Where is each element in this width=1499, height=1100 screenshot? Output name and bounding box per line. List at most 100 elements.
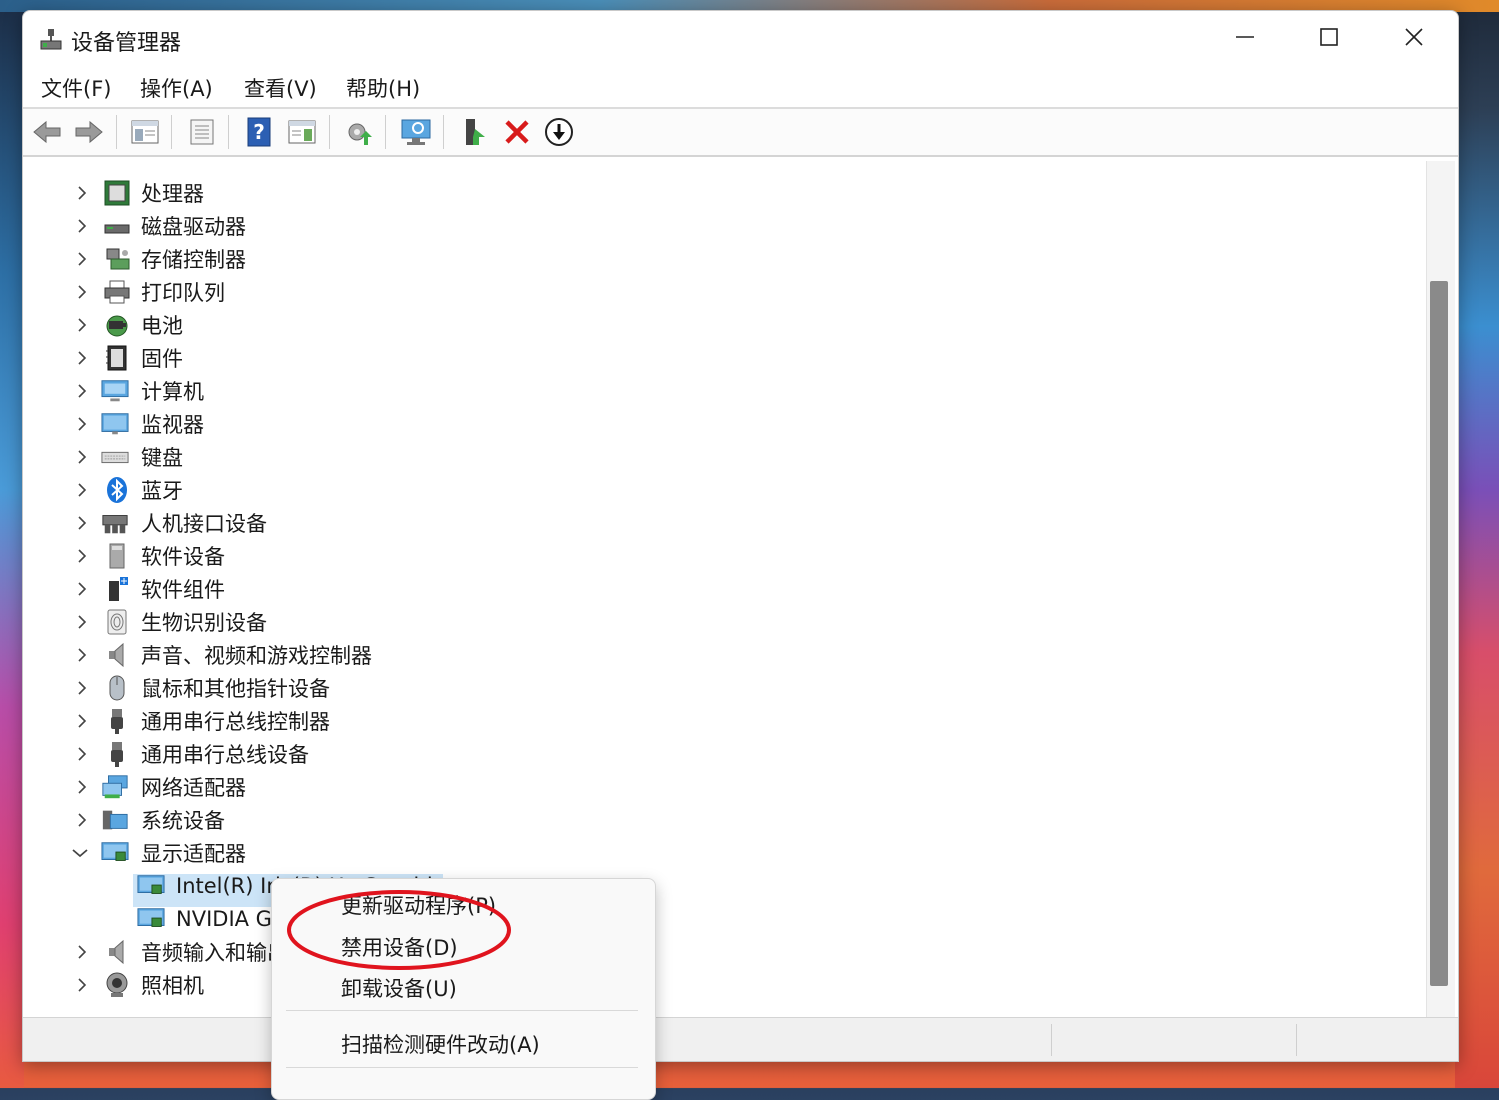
desktop-wallpaper-right bbox=[1455, 0, 1499, 1088]
tree-item-usb-controllers[interactable]: 通用串行总线控制器 bbox=[25, 704, 1415, 737]
chevron-right-icon[interactable] bbox=[73, 811, 91, 829]
tree-item-mice[interactable]: 鼠标和其他指针设备 bbox=[25, 671, 1415, 704]
tree-item-network-adapters[interactable]: 网络适配器 bbox=[25, 770, 1415, 803]
show-hide-console-tree-button[interactable] bbox=[129, 116, 161, 148]
chevron-right-icon[interactable] bbox=[73, 646, 91, 664]
tree-label: 键盘 bbox=[141, 445, 183, 470]
menu-view[interactable]: 查看(V) bbox=[244, 73, 317, 103]
tree-item-system-devices[interactable]: 系统设备 bbox=[25, 803, 1415, 836]
chevron-right-icon[interactable] bbox=[73, 448, 91, 466]
chevron-right-icon[interactable] bbox=[73, 943, 91, 961]
tree-item-firmware[interactable]: 固件 bbox=[25, 341, 1415, 374]
disable-device-button[interactable] bbox=[543, 116, 575, 148]
tree-item-sound-video-game[interactable]: 声音、视频和游戏控制器 bbox=[25, 638, 1415, 671]
tree-item-keyboards[interactable]: 键盘 bbox=[25, 440, 1415, 473]
update-driver-button[interactable] bbox=[343, 116, 375, 148]
menu-help[interactable]: 帮助(H) bbox=[346, 73, 420, 103]
bluetooth-icon bbox=[107, 476, 127, 503]
tree-item-usb-devices[interactable]: 通用串行总线设备 bbox=[25, 737, 1415, 770]
chevron-right-icon[interactable] bbox=[73, 283, 91, 301]
tree-item-bluetooth[interactable]: 蓝牙 bbox=[25, 473, 1415, 506]
chevron-right-icon[interactable] bbox=[73, 481, 91, 499]
tree-label: 电池 bbox=[141, 313, 183, 338]
scan-hardware-icon bbox=[401, 119, 431, 145]
menu-file[interactable]: 文件(F) bbox=[41, 73, 111, 103]
properties-button[interactable] bbox=[186, 116, 218, 148]
chevron-right-icon[interactable] bbox=[73, 250, 91, 268]
update-driver-icon bbox=[348, 123, 372, 145]
battery-icon bbox=[106, 315, 128, 336]
desktop-wallpaper-left bbox=[0, 0, 24, 1088]
tree-item-print-queues[interactable]: 打印队列 bbox=[25, 275, 1415, 308]
device-tree: 处理器 磁盘驱动器 存储控制器 打印队列 电池 固件 计算机 监视器 键盘 蓝牙… bbox=[25, 161, 1423, 1017]
chevron-right-icon[interactable] bbox=[73, 712, 91, 730]
properties-icon bbox=[190, 119, 214, 145]
menu-separator bbox=[286, 1067, 638, 1068]
chevron-right-icon[interactable] bbox=[73, 514, 91, 532]
tree-item-computer[interactable]: 计算机 bbox=[25, 374, 1415, 407]
chevron-right-icon[interactable] bbox=[73, 580, 91, 598]
tree-item-cameras[interactable]: 照相机 bbox=[25, 968, 1415, 1001]
chevron-right-icon[interactable] bbox=[73, 217, 91, 235]
tree-item-software-components[interactable]: 软件组件 bbox=[25, 572, 1415, 605]
storage-controller-icon bbox=[106, 248, 130, 269]
tree-label: 人机接口设备 bbox=[141, 511, 267, 536]
tree-label: 固件 bbox=[141, 346, 183, 371]
tree-item-storage-controllers[interactable]: 存储控制器 bbox=[25, 242, 1415, 275]
disable-device-icon bbox=[545, 118, 573, 146]
chevron-right-icon[interactable] bbox=[73, 547, 91, 565]
uninstall-device-button[interactable] bbox=[501, 116, 533, 148]
tree-item-hid[interactable]: 人机接口设备 bbox=[25, 506, 1415, 539]
tree-item-processor[interactable]: 处理器 bbox=[25, 176, 1415, 209]
display-adapter-icon bbox=[137, 874, 165, 894]
tree-item-disk-drives[interactable]: 磁盘驱动器 bbox=[25, 209, 1415, 242]
back-button[interactable] bbox=[31, 116, 63, 148]
close-button[interactable] bbox=[1372, 11, 1456, 63]
chevron-right-icon[interactable] bbox=[73, 415, 91, 433]
action-pane-button[interactable] bbox=[286, 116, 318, 148]
highlight-ellipse-annotation bbox=[287, 890, 511, 970]
menu-action[interactable]: 操作(A) bbox=[140, 73, 213, 103]
scrollbar-thumb[interactable] bbox=[1430, 281, 1448, 986]
mouse-icon bbox=[109, 675, 125, 700]
forward-button[interactable] bbox=[73, 116, 105, 148]
chevron-down-icon[interactable] bbox=[71, 844, 89, 862]
tree-label: 通用串行总线设备 bbox=[141, 742, 309, 767]
tree-item-monitors[interactable]: 监视器 bbox=[25, 407, 1415, 440]
tree-label: 软件设备 bbox=[141, 544, 225, 569]
chevron-right-icon[interactable] bbox=[73, 316, 91, 334]
tree-item-audio-io[interactable]: 音频输入和输出 bbox=[25, 935, 1415, 968]
scan-hardware-button[interactable] bbox=[400, 116, 432, 148]
usb-device-icon bbox=[111, 741, 123, 767]
tree-label: 生物识别设备 bbox=[141, 610, 267, 635]
enable-device-button[interactable] bbox=[459, 116, 491, 148]
speaker-icon bbox=[109, 642, 124, 667]
chevron-right-icon[interactable] bbox=[73, 778, 91, 796]
tree-label: 磁盘驱动器 bbox=[141, 214, 246, 239]
chevron-right-icon[interactable] bbox=[73, 382, 91, 400]
tree-item-display-adapters[interactable]: 显示适配器 bbox=[25, 836, 1415, 869]
audio-io-icon bbox=[109, 939, 124, 964]
tree-item-batteries[interactable]: 电池 bbox=[25, 308, 1415, 341]
close-icon bbox=[1405, 28, 1423, 46]
chevron-right-icon[interactable] bbox=[73, 613, 91, 631]
title-bar[interactable]: 设备管理器 bbox=[23, 11, 1458, 67]
minimize-button[interactable] bbox=[1203, 11, 1287, 63]
tree-label: 监视器 bbox=[141, 412, 204, 437]
help-button[interactable]: ? bbox=[243, 116, 275, 148]
tree-label: 打印队列 bbox=[141, 280, 225, 305]
hid-icon bbox=[102, 514, 128, 533]
menu-item-uninstall-device[interactable]: 卸载设备(U) bbox=[341, 973, 457, 1003]
chevron-right-icon[interactable] bbox=[73, 976, 91, 994]
computer-icon bbox=[101, 379, 129, 401]
chevron-right-icon[interactable] bbox=[73, 184, 91, 202]
chevron-right-icon[interactable] bbox=[73, 349, 91, 367]
maximize-button[interactable] bbox=[1287, 11, 1371, 63]
enable-device-icon bbox=[466, 119, 485, 145]
tree-item-software-devices[interactable]: 软件设备 bbox=[25, 539, 1415, 572]
chevron-right-icon[interactable] bbox=[73, 679, 91, 697]
monitor-icon bbox=[101, 412, 129, 434]
tree-item-biometric[interactable]: 生物识别设备 bbox=[25, 605, 1415, 638]
chevron-right-icon[interactable] bbox=[73, 745, 91, 763]
menu-item-scan-hardware[interactable]: 扫描检测硬件改动(A) bbox=[341, 1029, 540, 1059]
